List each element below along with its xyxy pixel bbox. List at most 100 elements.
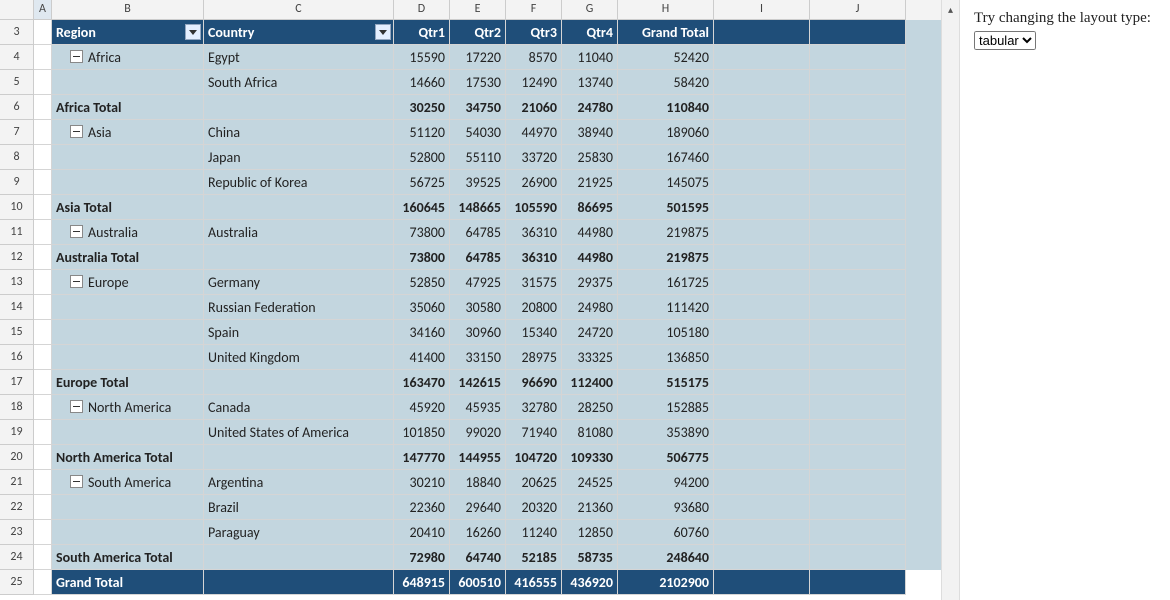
value-cell[interactable]: 47925 [450, 270, 506, 295]
value-cell[interactable]: 39525 [450, 170, 506, 195]
value-cell[interactable]: 30580 [450, 295, 506, 320]
col-header-G[interactable]: G [562, 0, 618, 20]
cell[interactable] [34, 95, 52, 120]
row-header[interactable]: 20 [0, 445, 34, 470]
region-cell[interactable] [52, 295, 204, 320]
value-cell[interactable]: 20320 [506, 495, 562, 520]
cell[interactable] [34, 245, 52, 270]
cell[interactable] [810, 295, 906, 320]
value-cell[interactable]: 45935 [450, 395, 506, 420]
value-cell[interactable]: 25830 [562, 145, 618, 170]
value-cell[interactable]: 101850 [394, 420, 450, 445]
country-cell[interactable]: Republic of Korea [204, 170, 394, 195]
value-cell[interactable]: 30210 [394, 470, 450, 495]
row-header[interactable]: 7 [0, 120, 34, 145]
row-total-cell[interactable]: 52420 [618, 45, 714, 70]
value-cell[interactable]: 45920 [394, 395, 450, 420]
value-cell[interactable]: 32780 [506, 395, 562, 420]
cell[interactable] [714, 445, 810, 470]
subtotal-cell[interactable]: 147770 [394, 445, 450, 470]
row-header[interactable]: 17 [0, 370, 34, 395]
cell[interactable] [34, 45, 52, 70]
value-cell[interactable]: 41400 [394, 345, 450, 370]
country-cell[interactable]: China [204, 120, 394, 145]
subtotal-cell[interactable]: 163470 [394, 370, 450, 395]
value-cell[interactable]: 11040 [562, 45, 618, 70]
region-cell[interactable] [52, 495, 204, 520]
country-cell[interactable]: Argentina [204, 470, 394, 495]
row-header[interactable]: 24 [0, 545, 34, 570]
collapse-icon[interactable] [70, 400, 83, 413]
subtotal-cell[interactable]: 148665 [450, 195, 506, 220]
value-cell[interactable]: 28975 [506, 345, 562, 370]
cell[interactable] [204, 570, 394, 595]
row-total-cell[interactable]: 111420 [618, 295, 714, 320]
col-header-A[interactable]: A [34, 0, 52, 20]
cell[interactable] [714, 370, 810, 395]
row-header[interactable]: 25 [0, 570, 34, 595]
cell[interactable] [34, 495, 52, 520]
grand-total-cell[interactable]: 648915 [394, 570, 450, 595]
cell[interactable] [810, 270, 906, 295]
cell[interactable] [810, 220, 906, 245]
value-cell[interactable]: 52800 [394, 145, 450, 170]
value-cell[interactable]: 33720 [506, 145, 562, 170]
row-header[interactable]: 13 [0, 270, 34, 295]
subtotal-cell[interactable]: 52185 [506, 545, 562, 570]
subtotal-label[interactable]: Australia Total [52, 245, 204, 270]
cell[interactable] [34, 170, 52, 195]
cell[interactable] [714, 570, 810, 595]
grand-total-cell[interactable]: 600510 [450, 570, 506, 595]
cell[interactable] [714, 345, 810, 370]
value-cell[interactable]: 11240 [506, 520, 562, 545]
cell[interactable] [810, 120, 906, 145]
value-cell[interactable]: 28250 [562, 395, 618, 420]
grand-total-cell[interactable]: 436920 [562, 570, 618, 595]
cell[interactable] [714, 320, 810, 345]
cell[interactable] [714, 520, 810, 545]
region-cell[interactable] [52, 345, 204, 370]
subtotal-total-cell[interactable]: 110840 [618, 95, 714, 120]
row-header[interactable]: 19 [0, 420, 34, 445]
row-header[interactable]: 9 [0, 170, 34, 195]
cell[interactable] [34, 445, 52, 470]
cell[interactable] [34, 295, 52, 320]
cell[interactable] [714, 195, 810, 220]
value-cell[interactable]: 18840 [450, 470, 506, 495]
country-cell[interactable]: South Africa [204, 70, 394, 95]
cell[interactable] [810, 320, 906, 345]
region-cell[interactable] [52, 170, 204, 195]
cell[interactable] [810, 520, 906, 545]
cell[interactable] [714, 245, 810, 270]
subtotal-total-cell[interactable]: 515175 [618, 370, 714, 395]
cell[interactable] [810, 45, 906, 70]
value-cell[interactable]: 21360 [562, 495, 618, 520]
col-header-B[interactable]: B [52, 0, 204, 20]
subtotal-cell[interactable]: 30250 [394, 95, 450, 120]
cell[interactable] [714, 470, 810, 495]
pivot-col-grand-total[interactable]: Grand Total [618, 20, 714, 45]
pivot-col-qtr3[interactable]: Qtr3 [506, 20, 562, 45]
row-header[interactable]: 18 [0, 395, 34, 420]
row-total-cell[interactable]: 105180 [618, 320, 714, 345]
row-total-cell[interactable]: 145075 [618, 170, 714, 195]
cell[interactable] [714, 170, 810, 195]
value-cell[interactable]: 12850 [562, 520, 618, 545]
value-cell[interactable]: 24720 [562, 320, 618, 345]
value-cell[interactable]: 54030 [450, 120, 506, 145]
value-cell[interactable]: 44980 [562, 220, 618, 245]
row-header[interactable]: 3 [0, 20, 34, 45]
row-header[interactable]: 4 [0, 45, 34, 70]
cell[interactable] [204, 545, 394, 570]
subtotal-cell[interactable]: 160645 [394, 195, 450, 220]
cell[interactable] [810, 570, 906, 595]
cell[interactable] [810, 70, 906, 95]
cell[interactable] [810, 545, 906, 570]
row-header[interactable]: 15 [0, 320, 34, 345]
row-total-cell[interactable]: 161725 [618, 270, 714, 295]
value-cell[interactable]: 17220 [450, 45, 506, 70]
pivot-field-region[interactable]: Region [52, 20, 204, 45]
cell[interactable] [204, 195, 394, 220]
vertical-scrollbar[interactable]: ▴ [941, 0, 959, 600]
cell[interactable] [810, 370, 906, 395]
